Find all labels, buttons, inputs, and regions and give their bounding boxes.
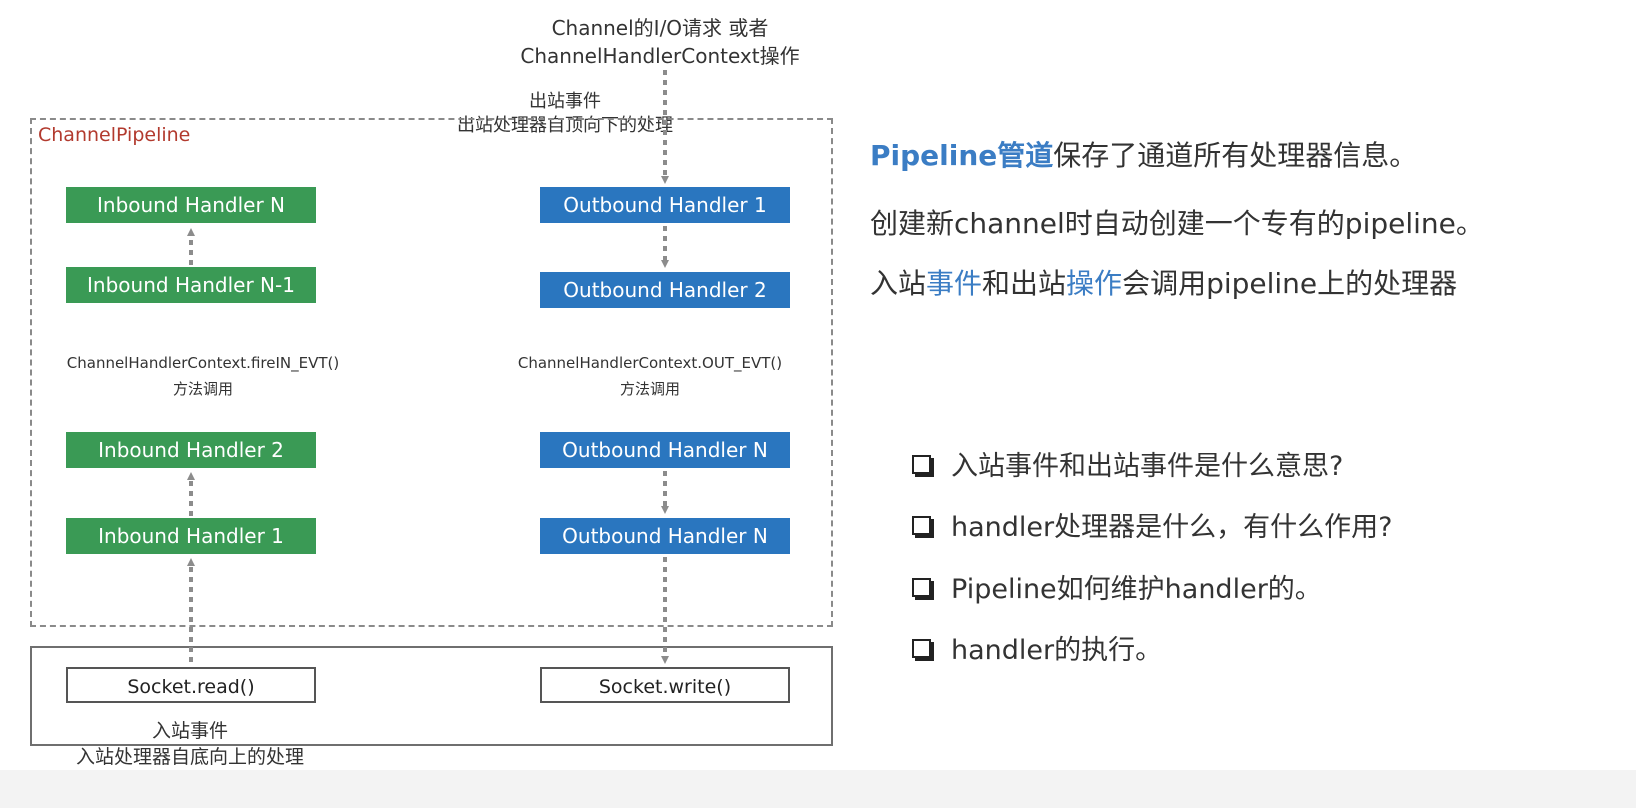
question-item: handler处理器是什么，有什么作用? — [912, 505, 1392, 544]
question-item: handler的执行。 — [912, 628, 1162, 667]
question-text: 入站事件和出站事件是什么意思? — [951, 451, 1344, 482]
flow-arrows — [187, 70, 669, 664]
description-line1-rest: 保存了通道所有处理器信息。 — [1053, 139, 1418, 172]
description-line-1: Pipeline管道保存了通道所有处理器信息。 — [870, 134, 1417, 174]
question-item: Pipeline如何维护handler的。 — [912, 567, 1322, 606]
question-item: 入站事件和出站事件是什么意思? — [912, 444, 1343, 483]
description-line3-highlight1: 事件 — [926, 267, 983, 300]
checkbox-icon — [912, 578, 931, 597]
description-line-2: 创建新channel时自动创建一个专有的pipeline。 — [870, 207, 1484, 240]
question-text: Pipeline如何维护handler的。 — [951, 574, 1322, 605]
checkbox-icon — [912, 455, 931, 474]
question-text: handler处理器是什么，有什么作用? — [951, 512, 1393, 543]
description-line-3: 入站事件和出站操作会调用pipeline上的处理器 — [870, 262, 1457, 302]
description-line3-part2: 和出站 — [982, 267, 1067, 300]
description-line1-highlight: Pipeline管道 — [870, 139, 1054, 172]
checkbox-icon — [912, 639, 931, 658]
description-line3-part1: 入站 — [870, 267, 927, 300]
checkbox-icon — [912, 516, 931, 535]
description-line3-highlight2: 操作 — [1066, 267, 1123, 300]
question-text: handler的执行。 — [951, 635, 1163, 666]
description-line3-part3: 会调用pipeline上的处理器 — [1122, 267, 1458, 300]
